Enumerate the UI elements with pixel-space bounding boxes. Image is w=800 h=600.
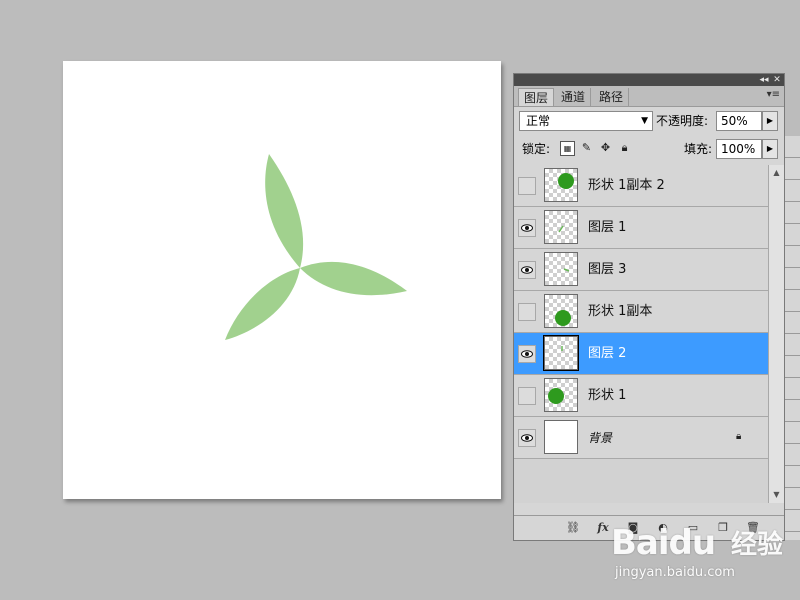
edge-partial-panel [784, 136, 800, 540]
scroll-down-icon[interactable]: ▼ [769, 488, 784, 502]
baidu-jingyan-watermark: Baidu 经验 jingyan.baidu.com [611, 523, 796, 593]
layer-name[interactable]: 图层 3 [588, 261, 626, 279]
stroke-thumbnail [558, 225, 564, 233]
lock-label: 锁定: [522, 142, 551, 156]
eye-icon [521, 224, 533, 232]
close-icon[interactable]: ✕ [771, 74, 783, 86]
layer-row-selected[interactable]: 图层 2 [514, 333, 768, 375]
visibility-toggle[interactable] [518, 177, 536, 195]
layer-thumbnail [543, 335, 579, 371]
layer-row[interactable]: 形状 1副本 [514, 291, 768, 333]
watermark-url: jingyan.baidu.com [615, 565, 735, 580]
layer-row[interactable]: 图层 1 [514, 207, 768, 249]
visibility-toggle[interactable] [518, 261, 536, 279]
layer-thumbnail [544, 168, 578, 202]
layer-list-scrollbar[interactable]: ▲ ▼ [768, 165, 784, 503]
scroll-up-icon[interactable]: ▲ [769, 166, 784, 180]
fill-input[interactable]: 100% [716, 139, 762, 159]
layer-row[interactable]: 背景 🔒︎ [514, 417, 768, 459]
layer-name[interactable]: 形状 1副本 [588, 303, 652, 321]
lock-image-pixels-icon[interactable]: ✎ [580, 141, 593, 154]
lock-fill-row: 锁定: ▦ ✎ ✥ 🔒︎ 填充: 100% ▶ [514, 136, 784, 162]
visibility-toggle[interactable] [518, 429, 536, 447]
opacity-arrow-button[interactable]: ▶ [762, 111, 778, 131]
dash-thumbnail [563, 268, 570, 272]
tab-layers[interactable]: 图层 [518, 88, 555, 106]
visibility-toggle[interactable] [518, 387, 536, 405]
layer-thumbnail [544, 420, 578, 454]
layer-name[interactable]: 背景 [588, 429, 612, 447]
blend-mode-value: 正常 [526, 114, 551, 128]
blend-mode-select[interactable]: 正常 ▼ [519, 111, 653, 131]
layer-list: 形状 1副本 2 图层 1 图层 3 形状 1副本 图层 2 形状 1 背景 🔒… [514, 165, 768, 503]
watermark-cn-text: 经验 [731, 530, 784, 560]
leaf-right [300, 261, 407, 296]
document-canvas[interactable] [63, 61, 501, 499]
panel-tab-row: 图层 通道 路径 ▾≡ [514, 86, 784, 107]
watermark-logo: Baidu [611, 523, 716, 563]
leaf-top [265, 154, 304, 268]
link-layers-icon[interactable]: ⛓ [566, 521, 580, 535]
fx-icon[interactable]: fx [596, 521, 610, 535]
lock-transparent-pixels-icon[interactable]: ▦ [560, 141, 575, 156]
layer-name[interactable]: 图层 1 [588, 219, 626, 237]
circle-thumbnail [548, 388, 564, 404]
eye-icon [521, 350, 533, 358]
circle-thumbnail [555, 310, 571, 326]
eye-icon [521, 434, 533, 442]
panel-menu-icon[interactable]: ▾≡ [767, 89, 780, 100]
leaf-bottom-left [225, 268, 300, 340]
layer-name[interactable]: 图层 2 [588, 345, 626, 363]
visibility-toggle[interactable] [518, 219, 536, 237]
layer-thumbnail [544, 210, 578, 244]
chevron-down-icon: ▼ [641, 116, 648, 126]
visibility-toggle[interactable] [518, 345, 536, 363]
fill-label: 填充: [684, 142, 713, 156]
leaf-artwork [225, 154, 407, 340]
blend-opacity-row: 正常 ▼ 不透明度: 50% ▶ [514, 108, 784, 134]
fill-arrow-button[interactable]: ▶ [762, 139, 778, 159]
layer-row[interactable]: 图层 3 [514, 249, 768, 291]
layer-name[interactable]: 形状 1副本 2 [588, 177, 665, 195]
collapse-icon[interactable]: ◂◂ [758, 74, 770, 86]
layer-thumbnail [544, 378, 578, 412]
tab-channels[interactable]: 通道 [556, 88, 592, 106]
layer-thumbnail [544, 294, 578, 328]
lock-position-icon[interactable]: ✥ [599, 141, 612, 154]
opacity-input[interactable]: 50% [716, 111, 762, 131]
tab-paths[interactable]: 路径 [594, 88, 630, 106]
lock-icon: 🔒︎ [736, 431, 742, 442]
tick-thumbnail [561, 346, 563, 351]
circle-thumbnail [558, 173, 574, 189]
panel-titlebar[interactable]: ◂◂ ✕ [514, 74, 784, 86]
lock-all-icon[interactable]: 🔒︎ [618, 141, 631, 154]
visibility-toggle[interactable] [518, 303, 536, 321]
eye-icon [521, 266, 533, 274]
layers-panel: ◂◂ ✕ 图层 通道 路径 ▾≡ 正常 ▼ 不透明度: 50% ▶ 锁定: ▦ … [513, 73, 785, 541]
layer-row[interactable]: 形状 1副本 2 [514, 165, 768, 207]
layer-row[interactable]: 形状 1 [514, 375, 768, 417]
layer-name[interactable]: 形状 1 [588, 387, 626, 405]
opacity-label: 不透明度: [656, 114, 709, 128]
layer-thumbnail [544, 252, 578, 286]
